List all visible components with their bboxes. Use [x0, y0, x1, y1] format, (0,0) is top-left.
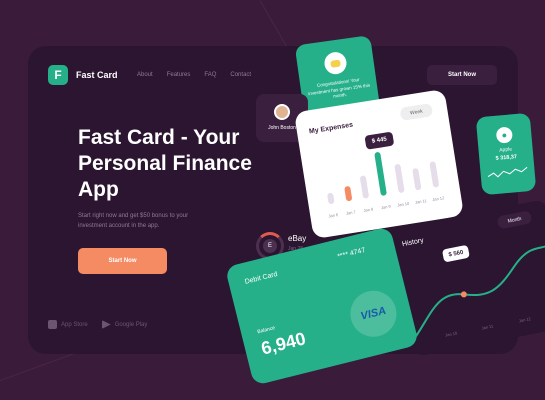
expenses-chart: Jan 6 Jan 7 Jan 8 Jan 9 Jan 10 Jan 11 Jan 12 — [316, 140, 448, 219]
expense-bar-label: Jan 7 — [345, 209, 357, 216]
nav-contact[interactable]: Contact — [230, 72, 251, 78]
expense-bar-label: Jan 8 — [363, 206, 374, 213]
expense-bar[interactable] — [343, 186, 352, 202]
header-start-button[interactable]: Start Now — [427, 65, 497, 85]
app-store-link[interactable]: App Store — [48, 320, 88, 329]
expenses-title: My Expenses — [308, 121, 354, 136]
apple-icon — [48, 320, 57, 329]
google-play-link[interactable]: Google Play — [101, 320, 148, 329]
expense-bar[interactable] — [429, 161, 440, 188]
play-icon — [101, 320, 111, 329]
history-line-chart — [415, 243, 545, 337]
stock-sparkline — [487, 166, 528, 178]
ebay-icon: E — [263, 239, 277, 253]
nav-features[interactable]: Features — [167, 72, 191, 78]
nav-faq[interactable]: FAQ — [204, 72, 216, 78]
expense-bar-label: Jan 11 — [414, 198, 427, 205]
logo[interactable]: F Fast Card — [48, 65, 118, 85]
card-title: Debit Card — [244, 270, 279, 286]
period-select[interactable]: Week — [399, 103, 434, 121]
app-store-label: App Store — [61, 321, 88, 328]
hero-start-button[interactable]: Start Now — [78, 248, 167, 274]
money-icon — [323, 50, 348, 76]
store-links: App Store Google Play — [48, 320, 147, 329]
hero-subtitle: Start right now and get $50 bonus to you… — [78, 213, 189, 229]
ebay-name: eBay — [288, 234, 307, 243]
app-name: Fast Card — [76, 70, 118, 80]
balance-label: Balance — [256, 325, 276, 336]
avatar — [274, 104, 290, 120]
expense-bar[interactable] — [393, 163, 405, 194]
apple-stock-card[interactable]: ● Apple $ 318,37 — [475, 112, 537, 196]
card-number: **** 4747 — [336, 246, 367, 261]
nav-about[interactable]: About — [137, 72, 153, 78]
expenses-card: My Expenses Week $ 445 Jan 6 Jan 7 Jan 8 Ja… — [293, 88, 465, 240]
expense-bar[interactable] — [326, 192, 335, 205]
hero-title: Fast Card - Your Personal Finance App — [78, 126, 252, 201]
expense-bar-label: Jan 10 — [396, 200, 410, 208]
apple-icon: ● — [495, 126, 514, 144]
expense-bar-label: Jan 12 — [431, 195, 445, 203]
history-title: History — [401, 237, 425, 249]
google-play-label: Google Play — [114, 321, 148, 328]
logo-badge: F — [48, 65, 68, 85]
expense-bar-label: Jan 9 — [380, 203, 392, 211]
history-period-select[interactable]: Month — [496, 210, 533, 230]
visa-logo: VISA — [345, 285, 402, 342]
top-nav: About Features FAQ Contact — [137, 72, 251, 78]
expense-bar-label: Jan 6 — [328, 212, 339, 219]
expense-bar[interactable] — [412, 167, 422, 191]
expense-bar[interactable] — [359, 174, 370, 199]
expense-bar[interactable] — [374, 151, 387, 197]
